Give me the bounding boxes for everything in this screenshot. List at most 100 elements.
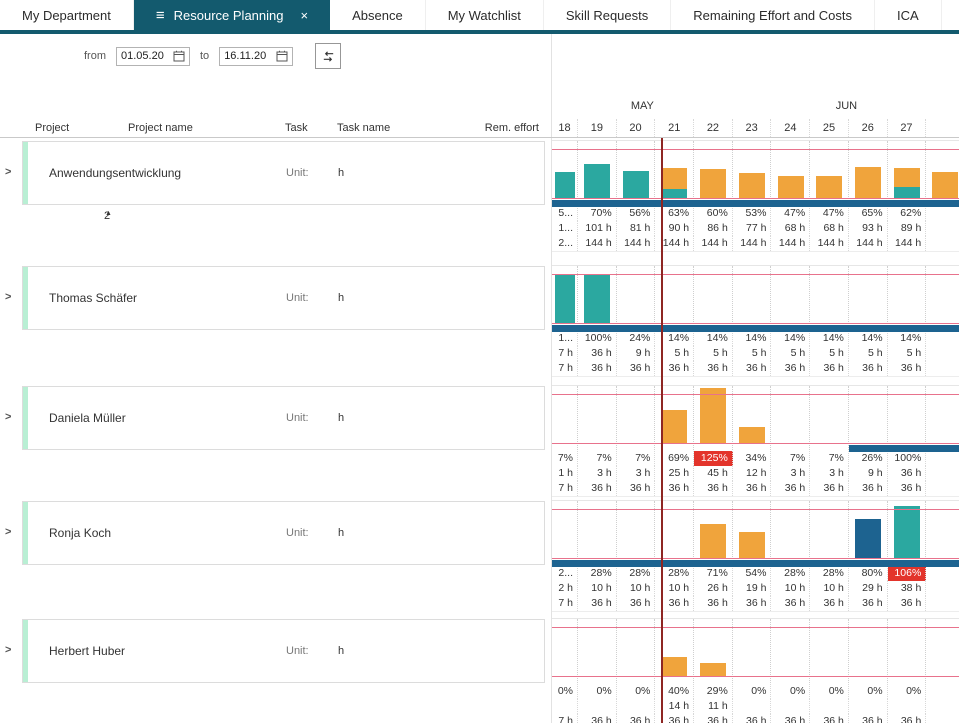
row-accent	[23, 387, 28, 449]
value-cell: 38 h	[888, 581, 927, 596]
value-cell: 7%	[772, 451, 811, 466]
value-cell: 54%	[733, 566, 772, 581]
value-cell: 65%	[849, 206, 888, 221]
value-cell: 36 h	[888, 481, 927, 496]
utilization-bar	[700, 169, 726, 199]
resource-row[interactable]: Thomas SchäferUnit:h	[22, 266, 545, 330]
expand-chevron[interactable]: >	[5, 411, 11, 423]
week-label: 21	[655, 119, 694, 137]
utilization-bar	[661, 657, 687, 677]
value-cell	[926, 684, 959, 699]
expand-chevron[interactable]: >	[5, 291, 11, 303]
baseline	[552, 676, 959, 677]
close-icon[interactable]: ×	[301, 9, 309, 22]
value-cell: 29 h	[849, 581, 888, 596]
sort-asc-icon: ▲	[105, 210, 112, 217]
resource-row[interactable]: AnwendungsentwicklungUnit:h	[22, 141, 545, 205]
expand-chevron[interactable]: >	[5, 644, 11, 656]
month-label: MAY	[552, 100, 733, 116]
value-cell: 12 h	[733, 466, 772, 481]
value-cell: 28%	[578, 566, 617, 581]
tab-remaining-effort-and-costs[interactable]: Remaining Effort and Costs	[671, 0, 875, 30]
utilization-bar	[816, 176, 842, 200]
value-cell	[926, 451, 959, 466]
expand-chevron[interactable]: >	[5, 166, 11, 178]
value-cell: 36 h	[733, 714, 772, 723]
value-cell: 144 h	[772, 236, 811, 251]
values-row-load: 1...101 h81 h90 h86 h77 h68 h68 h93 h89 …	[552, 221, 959, 236]
tab-ica[interactable]: ICA	[875, 0, 942, 30]
value-cell: 47%	[810, 206, 849, 221]
value-cell: 71%	[694, 566, 733, 581]
calendar-icon[interactable]	[173, 50, 185, 62]
value-cell: 29%	[694, 684, 733, 699]
menu-icon[interactable]: ≡	[156, 8, 165, 23]
unit-label: Unit:	[286, 292, 309, 304]
value-cell: 36 h	[733, 361, 772, 376]
value-cell: 14%	[655, 331, 694, 346]
value-cell: 7%	[617, 451, 656, 466]
value-cell: 10 h	[578, 581, 617, 596]
value-cell: 36 h	[849, 361, 888, 376]
value-cell: 7 h	[552, 361, 578, 376]
unit-value: h	[338, 412, 344, 424]
value-cell: 5 h	[772, 346, 811, 361]
baseline	[552, 198, 959, 199]
week-label: 23	[733, 119, 772, 137]
tab-skill-requests[interactable]: Skill Requests	[544, 0, 671, 30]
tab-label: My Department	[22, 8, 111, 23]
tab-absence[interactable]: Absence	[330, 0, 426, 30]
value-cell: 144 h	[810, 236, 849, 251]
values-row-load: 2 h10 h10 h10 h26 h19 h10 h10 h29 h38 h	[552, 581, 959, 596]
value-cell	[926, 714, 959, 723]
value-cell: 36 h	[617, 596, 656, 611]
values-row-pct: 2...28%28%28%71%54%28%28%80%106%	[552, 566, 959, 581]
resource-row[interactable]: Ronja KochUnit:h	[22, 501, 545, 565]
booked-bar	[552, 200, 959, 207]
value-cell: 70%	[578, 206, 617, 221]
utilization-chart	[552, 265, 959, 332]
tab-my-watchlist[interactable]: My Watchlist	[426, 0, 544, 30]
value-cell: 7%	[578, 451, 617, 466]
value-cell	[849, 699, 888, 714]
week-label: 18	[552, 119, 578, 137]
value-cell: 144 h	[888, 236, 927, 251]
overload-cell: 106%	[888, 566, 927, 581]
value-cell: 28%	[617, 566, 656, 581]
col-task: Task	[285, 122, 308, 134]
utilization-bar	[700, 388, 726, 444]
value-cell: 68 h	[810, 221, 849, 236]
tab-resource-planning[interactable]: ≡Resource Planning×	[134, 0, 330, 30]
value-cell: 100%	[578, 331, 617, 346]
calendar-icon[interactable]	[276, 50, 288, 62]
value-cell	[733, 699, 772, 714]
to-date-input[interactable]: 16.11.20	[219, 47, 293, 66]
expand-chevron[interactable]: >	[5, 526, 11, 538]
refresh-button[interactable]	[315, 43, 341, 69]
unit-value: h	[338, 527, 344, 539]
value-cell: 14 h	[655, 699, 694, 714]
value-cell	[926, 236, 959, 251]
value-cell: 5...	[552, 206, 578, 221]
value-cell: 100%	[888, 451, 927, 466]
resource-row[interactable]: Herbert HuberUnit:h	[22, 619, 545, 683]
value-cell: 69%	[655, 451, 694, 466]
from-date-input[interactable]: 01.05.20	[116, 47, 190, 66]
value-cell: 9 h	[617, 346, 656, 361]
value-cell: 36 h	[772, 714, 811, 723]
utilization-bar	[584, 274, 610, 324]
value-cell: 36 h	[849, 596, 888, 611]
value-cell: 28%	[772, 566, 811, 581]
values-row-pct: 5...70%56%63%60%53%47%47%65%62%	[552, 206, 959, 221]
row-accent	[23, 267, 28, 329]
value-cell: 36 h	[578, 361, 617, 376]
resource-row[interactable]: Daniela MüllerUnit:h	[22, 386, 545, 450]
value-cell: 3 h	[772, 466, 811, 481]
unit-value: h	[338, 645, 344, 657]
value-cell: 36 h	[617, 361, 656, 376]
value-cell: 36 h	[578, 714, 617, 723]
week-label: 27	[888, 119, 927, 137]
tab-my-department[interactable]: My Department	[0, 0, 134, 30]
values-table: 7%7%7%69%125%34%7%7%26%100%1 h3 h3 h25 h…	[552, 451, 959, 497]
month-label: JUN	[733, 100, 959, 116]
